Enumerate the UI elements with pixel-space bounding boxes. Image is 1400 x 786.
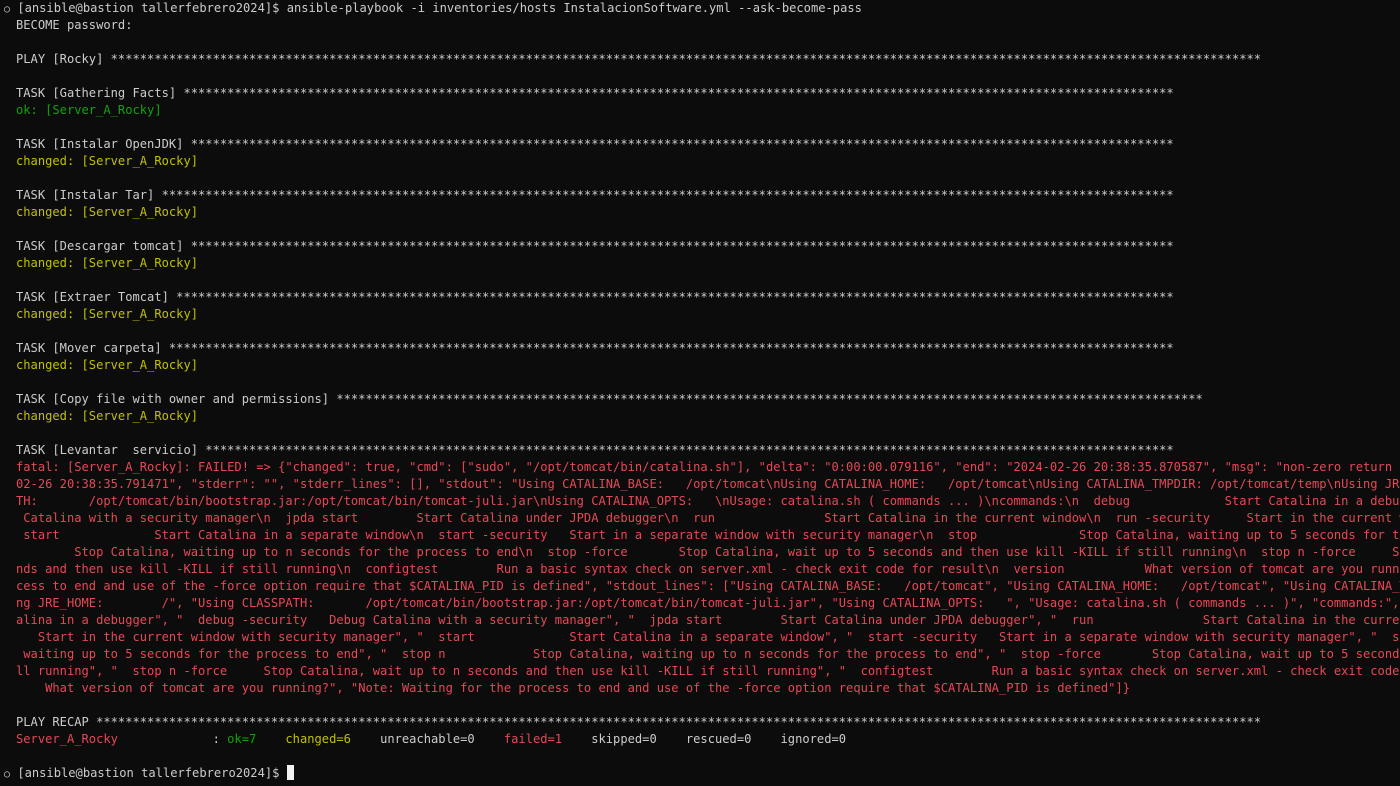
recap-skipped: skipped=0 bbox=[591, 732, 657, 746]
prompt-marker-icon: ○ bbox=[4, 4, 11, 15]
fatal-line: Start in the current window with securit… bbox=[37, 630, 1400, 644]
command-text: ansible-playbook -i inventories/hosts In… bbox=[286, 1, 862, 15]
recap-row: Server_A_Rocky : ok=7 changed=6 unreacha… bbox=[0, 731, 1400, 748]
task-header: TASK [Instalar OpenJDK] ****************… bbox=[16, 137, 1174, 151]
terminal-window[interactable]: ○ [ansible@bastion tallerfebrero2024]$ a… bbox=[0, 0, 1400, 786]
fatal-error-output: fatal: [Server_A_Rocky]: FAILED! => {"ch… bbox=[0, 459, 1400, 697]
fatal-line: cess to end and use of the -force option… bbox=[16, 579, 1400, 593]
recap-ok: ok=7 bbox=[227, 732, 257, 746]
task-result: changed: [Server_A_Rocky] bbox=[16, 256, 199, 270]
recap-host: Server_A_Rocky bbox=[16, 732, 118, 746]
command-line: ○ [ansible@bastion tallerfebrero2024]$ a… bbox=[0, 0, 1400, 17]
prompt-marker-icon: ○ bbox=[4, 769, 11, 780]
fatal-line: What version of tomcat are you running?"… bbox=[16, 681, 1131, 695]
fatal-line: fatal: [Server_A_Rocky]: FAILED! => {"ch… bbox=[16, 460, 1400, 474]
task-list: TASK [Gathering Facts] *****************… bbox=[0, 85, 1400, 442]
task-result: changed: [Server_A_Rocky] bbox=[16, 154, 199, 168]
task-header: TASK [Gathering Facts] *****************… bbox=[16, 86, 1174, 100]
task-result: changed: [Server_A_Rocky] bbox=[16, 409, 199, 423]
fatal-line: Stop Catalina, waiting up to n seconds f… bbox=[74, 545, 1400, 559]
fatal-line: waiting up to 5 seconds for the process … bbox=[23, 647, 1400, 661]
recap-ignored: ignored=0 bbox=[780, 732, 847, 746]
recap-rescued: rescued=0 bbox=[685, 732, 752, 746]
task-result: ok: [Server_A_Rocky] bbox=[16, 103, 162, 117]
text-cursor[interactable] bbox=[286, 765, 294, 780]
shell-prompt: [ansible@bastion tallerfebrero2024]$ bbox=[17, 766, 280, 780]
recap-header: PLAY RECAP *****************************… bbox=[16, 715, 1262, 729]
fatal-line: nds and then use kill -KILL if still run… bbox=[16, 562, 1400, 576]
become-password-prompt: BECOME password: bbox=[16, 18, 133, 32]
play-header: PLAY [Rocky] ***************************… bbox=[16, 52, 1262, 66]
failed-task-header: TASK [Levantar servicio] ***************… bbox=[16, 443, 1174, 457]
shell-prompt: [ansible@bastion tallerfebrero2024]$ bbox=[17, 1, 280, 15]
fatal-line: start Start Catalina in a separate windo… bbox=[23, 528, 1400, 542]
task-header: TASK [Copy file with owner and permissio… bbox=[16, 392, 1203, 406]
task-result: changed: [Server_A_Rocky] bbox=[16, 307, 199, 321]
recap-failed: failed=1 bbox=[503, 732, 563, 746]
fatal-line: alina in a debugger", " debug -security … bbox=[16, 613, 1400, 627]
fatal-line: 02-26 20:38:35.791471", "stderr": "", "s… bbox=[16, 477, 1400, 491]
current-prompt-line[interactable]: ○ [ansible@bastion tallerfebrero2024]$ bbox=[0, 765, 1400, 782]
task-result: changed: [Server_A_Rocky] bbox=[16, 358, 199, 372]
task-header: TASK [Mover carpeta] *******************… bbox=[16, 341, 1174, 355]
task-header: TASK [Descargar tomcat] ****************… bbox=[16, 239, 1174, 253]
fatal-line: ll running", " stop n -force Stop Catali… bbox=[16, 664, 1400, 678]
recap-separator: : bbox=[212, 732, 228, 746]
fatal-line: TH: /opt/tomcat/bin/bootstrap.jar:/opt/t… bbox=[16, 494, 1400, 508]
fatal-line: ng JRE_HOME: /", "Using CLASSPATH: /opt/… bbox=[16, 596, 1400, 610]
fatal-line: Catalina with a security manager\n jpda … bbox=[23, 511, 1400, 525]
task-header: TASK [Instalar Tar] ********************… bbox=[16, 188, 1174, 202]
task-result: changed: [Server_A_Rocky] bbox=[16, 205, 199, 219]
task-header: TASK [Extraer Tomcat] ******************… bbox=[16, 290, 1174, 304]
recap-changed: changed=6 bbox=[285, 732, 351, 746]
recap-unreachable: unreachable=0 bbox=[380, 732, 475, 746]
